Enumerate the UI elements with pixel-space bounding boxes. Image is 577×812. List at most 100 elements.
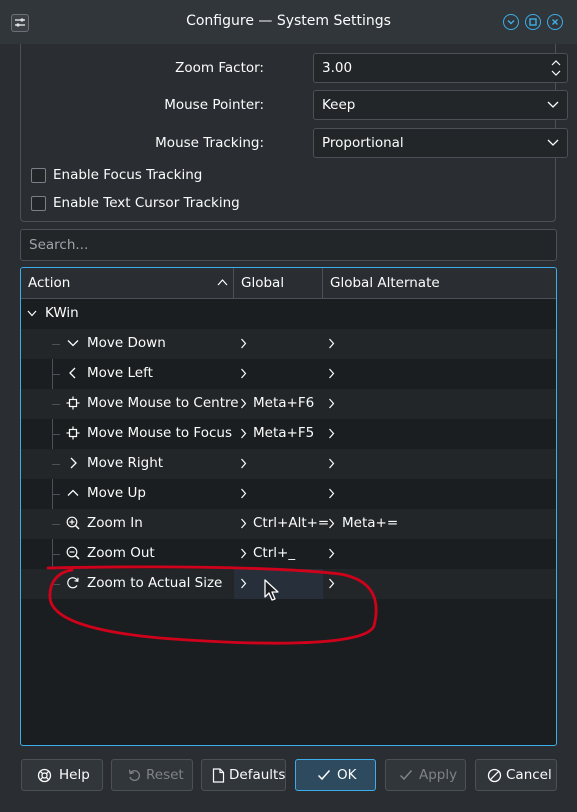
alternate-shortcut[interactable]: Meta+= [342,515,398,531]
chevron-right-icon[interactable] [328,488,335,499]
chevron-right-icon[interactable] [240,458,247,469]
action-label: Move Right [87,455,164,471]
mouse-pointer-label: Mouse Pointer: [164,97,264,113]
chevron-right-icon[interactable] [240,428,247,439]
table-row[interactable]: Zoom In Ctrl+Alt+= Meta+= [21,509,556,539]
document-icon [212,768,225,783]
mouse-pointer-combobox[interactable]: Keep [313,90,568,120]
chevron-up-icon [67,489,79,496]
table-row[interactable]: Zoom Out Ctrl+_ [21,539,556,569]
table-row[interactable]: Move Up [21,479,556,509]
title-bar: Configure — System Settings [0,0,577,44]
mouse-pointer-value: Keep [322,97,356,113]
action-label: Zoom Out [87,545,155,561]
action-label: Move Down [87,335,166,351]
zoom-factor-spinbox[interactable]: 3.00 [313,53,568,83]
chevron-right-icon[interactable] [328,548,335,559]
zoom-in-icon [66,516,80,530]
global-shortcut[interactable]: Ctrl+_ [253,545,295,561]
minimize-icon[interactable] [503,14,519,30]
table-row[interactable]: Move Down [21,329,556,359]
column-header-global[interactable]: Global [234,268,323,298]
close-icon[interactable] [547,14,563,30]
chevron-right-icon[interactable] [240,548,247,559]
tree-branch [52,404,60,405]
apply-button[interactable]: Apply [385,759,466,791]
global-shortcut[interactable]: Meta+F5 [253,425,314,441]
table-row[interactable]: Move Mouse to Centre Meta+F6 [21,389,556,419]
action-label: Zoom In [87,515,143,531]
chevron-right-icon[interactable] [328,368,335,379]
chevron-right-icon[interactable] [328,518,335,529]
cancel-button[interactable]: Cancel [475,759,557,791]
group-label: KWin [45,305,79,321]
chevron-left-icon [69,367,76,379]
search-field[interactable] [20,229,557,261]
chevron-right-icon[interactable] [240,578,247,589]
chevron-right-icon[interactable] [328,338,335,349]
window-title: Configure — System Settings [186,13,391,29]
checkmark-icon [399,770,413,781]
column-header-action[interactable]: Action [21,268,234,298]
chevron-right-icon[interactable] [240,368,247,379]
global-shortcut[interactable]: Meta+F6 [253,395,314,411]
defaults-button[interactable]: Defaults [201,759,286,791]
table-row[interactable]: Zoom to Actual Size [21,569,556,599]
zoom-out-icon [66,546,80,560]
chevron-down-icon [547,139,559,146]
tree-branch [52,524,60,525]
tree-branch [52,344,60,345]
help-button[interactable]: Help [21,759,103,791]
mouse-tracking-combobox[interactable]: Proportional [313,128,568,158]
tree-group-kwin[interactable]: KWin [21,299,556,329]
zoom-settings-group: Zoom Factor: 3.00 Mouse Pointer: Keep Mo… [20,44,568,222]
tree-branch [52,374,60,375]
chevron-right-icon[interactable] [240,488,247,499]
column-header-global-alternate[interactable]: Global Alternate [323,268,556,298]
zoom-original-icon [67,577,79,589]
table-row[interactable]: Move Right [21,449,556,479]
action-label: Move Mouse to Focus [87,425,232,441]
zoom-factor-value: 3.00 [322,60,353,76]
reset-button[interactable]: Reset [111,759,193,791]
crosshair-icon [66,426,80,440]
mouse-tracking-label: Mouse Tracking: [155,135,264,151]
chevron-right-icon[interactable] [328,578,335,589]
spin-arrows-icon[interactable] [550,58,562,78]
tree-header: Action Global Global Alternate [21,268,556,299]
mouse-tracking-value: Proportional [322,135,404,151]
tree-branch [52,434,60,435]
tree-branch [52,584,60,585]
chevron-right-icon[interactable] [240,338,247,349]
search-input[interactable] [29,237,529,253]
checkmark-icon [317,770,331,781]
tree-branch [52,554,60,555]
help-icon [37,768,52,783]
global-shortcut[interactable]: Ctrl+Alt+= [253,515,329,531]
tree-branch [52,464,60,465]
undo-icon [128,769,141,781]
chevron-right-icon[interactable] [240,518,247,529]
action-label: Move Left [87,365,153,381]
mouse-cursor-icon [264,579,279,601]
chevron-down-icon [67,340,79,347]
chevron-right-icon [70,457,77,469]
table-row[interactable]: Move Mouse to Focus Meta+F5 [21,419,556,449]
action-label: Move Mouse to Centre [87,395,239,411]
text-cursor-tracking-checkbox[interactable] [31,196,46,211]
maximize-icon[interactable] [525,14,541,30]
chevron-right-icon[interactable] [328,458,335,469]
expand-chevron-icon[interactable] [27,310,37,317]
crosshair-icon [66,396,80,410]
ok-button[interactable]: OK [295,759,376,791]
text-cursor-tracking-label: Enable Text Cursor Tracking [53,195,240,211]
table-row[interactable]: Move Left [21,359,556,389]
shortcuts-tree[interactable]: Action Global Global Alternate KWin Move… [20,267,557,746]
chevron-right-icon[interactable] [240,398,247,409]
cancel-icon [487,768,502,783]
action-label: Move Up [87,485,146,501]
chevron-right-icon[interactable] [328,398,335,409]
chevron-right-icon[interactable] [328,428,335,439]
chevron-down-icon [547,101,559,108]
focus-tracking-checkbox[interactable] [31,168,46,183]
